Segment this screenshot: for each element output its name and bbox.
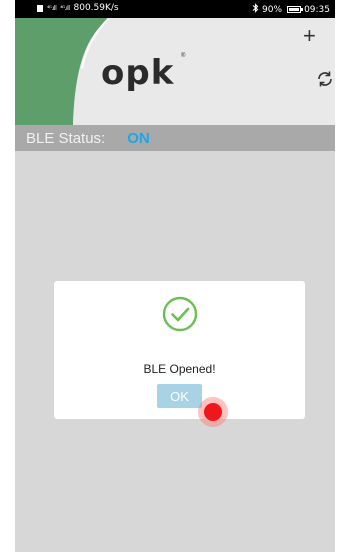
app-header: opk ® +: [15, 18, 335, 125]
status-right: 90% 09:35: [252, 3, 330, 16]
status-left: ⁴ᴳ.ıll ⁴ᴳ.ıll 800.59K/s: [37, 3, 119, 13]
bluetooth-icon: [252, 3, 259, 16]
logo-registered-mark: ®: [181, 53, 186, 59]
header-green-curve: [15, 18, 110, 125]
ble-opened-dialog: BLE Opened! OK: [54, 281, 305, 419]
tap-indicator: [198, 397, 228, 427]
ok-button[interactable]: OK: [157, 384, 202, 408]
signal-2: ⁴ᴳ.ıll: [60, 4, 70, 12]
battery-icon: [287, 6, 304, 13]
notification-icon: [37, 4, 43, 12]
dialog-message: BLE Opened!: [143, 362, 216, 376]
ble-status-value: ON: [127, 129, 150, 147]
check-circle-icon: [162, 296, 198, 332]
ble-status-bar: BLE Status: ON: [15, 125, 335, 151]
clock: 09:35: [304, 4, 330, 15]
net-speed: 800.59K/s: [73, 3, 119, 13]
refresh-icon[interactable]: [315, 69, 335, 89]
add-device-button[interactable]: +: [303, 25, 316, 47]
phone-screen: ⁴ᴳ.ıll ⁴ᴳ.ıll 800.59K/s 90% 09:35 opk ® …: [15, 0, 335, 552]
status-bar: ⁴ᴳ.ıll ⁴ᴳ.ıll 800.59K/s 90% 09:35: [15, 0, 335, 18]
signal-1: ⁴ᴳ.ıll: [47, 4, 57, 12]
ble-status-label: BLE Status:: [26, 129, 106, 147]
battery-percent: 90%: [262, 4, 283, 15]
opk-logo: opk: [101, 53, 175, 93]
